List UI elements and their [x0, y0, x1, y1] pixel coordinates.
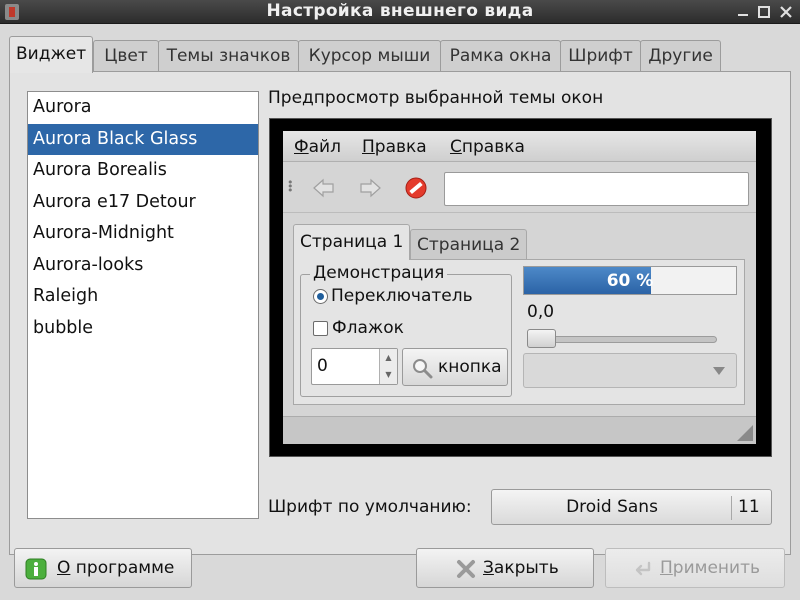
demo-spinbutton[interactable]: 0 ▲ ▼ — [311, 348, 398, 385]
appearance-window: Виджет Цвет Темы значков Курсор мыши Рам… — [0, 24, 800, 600]
checkbox-icon[interactable] — [313, 320, 328, 336]
theme-preview: Файл Правка Справка • • • Страница 1 Стр… — [269, 118, 772, 457]
close-x-icon — [455, 558, 477, 580]
preview-heading: Предпросмотр выбранной темы окон — [268, 88, 604, 108]
font-chooser-button[interactable]: Droid Sans 11 — [491, 489, 772, 525]
window-title: Настройка внешнего вида — [266, 1, 534, 21]
list-item[interactable]: Aurora e17 Detour — [28, 187, 258, 219]
spinbutton-value[interactable]: 0 — [317, 356, 328, 376]
info-icon — [25, 558, 47, 580]
spin-up-icon[interactable]: ▲ — [380, 349, 397, 366]
demo-frame-label: Демонстрация — [310, 263, 448, 283]
scale-slider-handle[interactable] — [527, 329, 556, 348]
back-icon[interactable] — [311, 175, 337, 201]
close-button-label: Закрыть — [483, 558, 559, 578]
list-item[interactable]: Aurora-looks — [28, 250, 258, 282]
list-item[interactable]: bubble — [28, 313, 258, 345]
preview-notebook: Демонстрация Переключатель Флажок 0 ▲ ▼ … — [293, 259, 745, 405]
demo-button-label: кнопка — [438, 357, 502, 377]
list-item[interactable]: Aurora Black Glass — [28, 123, 258, 155]
tab-other[interactable]: Другие — [640, 40, 721, 72]
list-item[interactable]: Raleigh — [28, 281, 258, 313]
demo-checkbox[interactable]: Флажок — [313, 318, 404, 338]
apply-return-icon — [631, 558, 653, 580]
stop-icon[interactable] — [403, 175, 429, 201]
preview-statusbar — [283, 416, 756, 444]
tab-window-border[interactable]: Рамка окна — [440, 40, 561, 72]
scale-trough[interactable] — [529, 336, 717, 343]
list-item[interactable]: Aurora — [28, 92, 258, 124]
demo-progressbar: 60 % — [523, 266, 737, 295]
font-name: Droid Sans — [566, 497, 658, 517]
title-bar[interactable]: Настройка внешнего вида — [0, 0, 800, 24]
preview-tab-page-2[interactable]: Страница 2 — [410, 229, 528, 261]
progressbar-text: 60 % — [606, 270, 654, 291]
font-size: 11 — [738, 497, 760, 517]
apply-button-label: Применить — [660, 558, 761, 578]
preview-menu-help[interactable]: Справка — [450, 137, 525, 157]
list-item[interactable]: Aurora Borealis — [28, 155, 258, 187]
checkbox-label: Флажок — [332, 318, 404, 338]
close-button[interactable]: Закрыть — [416, 548, 594, 588]
preview-tab-page-1[interactable]: Страница 1 — [293, 224, 411, 260]
tab-widget[interactable]: Виджет — [9, 36, 93, 73]
scale-value: 0,0 — [527, 302, 555, 322]
resize-grip-icon[interactable] — [737, 425, 753, 441]
preview-menu-file[interactable]: Файл — [294, 137, 341, 157]
maximize-icon[interactable] — [757, 5, 771, 19]
demo-button[interactable]: кнопка — [402, 348, 508, 386]
tab-icon-themes[interactable]: Темы значков — [158, 40, 299, 72]
minimize-icon[interactable] — [736, 5, 750, 19]
about-button[interactable]: О программе — [14, 548, 192, 588]
preview-toolbar: • • • — [283, 163, 756, 213]
preview-window: Файл Правка Справка • • • Страница 1 Стр… — [283, 131, 756, 444]
default-font-label: Шрифт по умолчанию: — [268, 497, 472, 517]
apply-button[interactable]: Применить — [605, 548, 785, 588]
tab-mouse-cursor[interactable]: Курсор мыши — [298, 40, 441, 72]
spin-down-icon[interactable]: ▼ — [380, 366, 397, 383]
tab-color[interactable]: Цвет — [93, 40, 159, 72]
forward-icon[interactable] — [357, 175, 383, 201]
search-icon — [411, 357, 433, 379]
tab-font[interactable]: Шрифт — [560, 40, 641, 72]
demo-radio[interactable]: Переключатель — [313, 286, 473, 306]
radio-button-icon[interactable] — [313, 288, 328, 304]
close-icon[interactable] — [779, 5, 793, 19]
demo-frame: Демонстрация Переключатель Флажок 0 ▲ ▼ … — [300, 263, 512, 397]
list-item[interactable]: Aurora-Midnight — [28, 218, 258, 250]
preview-entry[interactable] — [444, 172, 749, 206]
preview-menu-edit[interactable]: Правка — [362, 137, 427, 157]
about-button-label: О программе — [57, 558, 175, 578]
toolbar-grip-icon[interactable]: • • • — [287, 177, 294, 196]
demo-combobox[interactable] — [523, 353, 737, 388]
chevron-down-icon[interactable] — [713, 367, 725, 375]
preview-menubar: Файл Правка Справка — [283, 131, 756, 162]
radio-label: Переключатель — [331, 286, 473, 306]
font-separator — [731, 496, 732, 520]
spinbutton-arrows[interactable]: ▲ ▼ — [379, 349, 397, 384]
theme-list[interactable]: Aurora Aurora Black Glass Aurora Borealis A… — [27, 91, 259, 519]
widget-tab-panel: Aurora Aurora Black Glass Aurora Borealis A… — [9, 71, 791, 555]
